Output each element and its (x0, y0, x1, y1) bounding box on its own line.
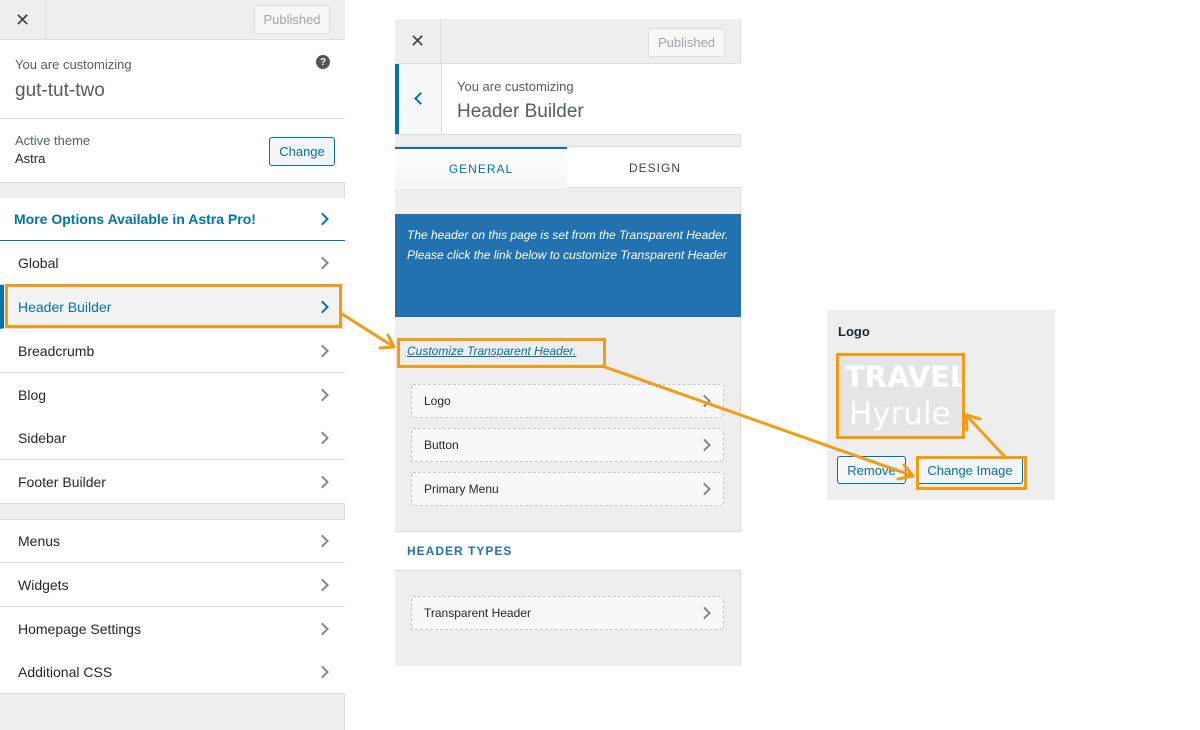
sidebar-item-homepage-settings[interactable]: Homepage Settings (0, 607, 345, 651)
help-icon[interactable]: ? (316, 55, 330, 69)
row-label: Logo (424, 394, 451, 408)
chevron-right-icon (316, 622, 329, 635)
chevron-right-icon (316, 212, 329, 226)
customizing-label: You are customizing (15, 57, 132, 72)
sidebar-item-label: Footer Builder (18, 473, 106, 490)
chevron-left-icon (414, 92, 427, 105)
logo-text-line-2: Hyrule (849, 396, 951, 432)
sidebar-item-label: Global (18, 254, 59, 271)
active-theme-value: Astra (15, 151, 46, 166)
row-label: Primary Menu (424, 482, 499, 496)
astra-pro-link[interactable]: More Options Available in Astra Pro! (0, 198, 345, 241)
customizing-info: You are customizing Header Builder (395, 64, 741, 135)
published-button[interactable]: Published (254, 5, 330, 34)
notice-line-1: The header on this page is set from the … (407, 228, 729, 242)
chevron-right-icon (698, 394, 711, 408)
astra-pro-label: More Options Available in Astra Pro! (14, 211, 256, 227)
sidebar-item-sidebar[interactable]: Sidebar (0, 416, 345, 460)
chevron-right-icon (316, 534, 329, 548)
chevron-right-icon (316, 665, 329, 678)
header-builder-panel: ✕ Published You are customizing Header B… (395, 19, 741, 666)
chevron-right-icon (316, 256, 329, 269)
published-button[interactable]: Published (648, 28, 725, 57)
sidebar-item-label: Breadcrumb (18, 342, 95, 359)
sidebar-item-label: Additional CSS (18, 663, 113, 680)
close-icon[interactable]: ✕ (395, 19, 441, 64)
tab-bar: GENERAL DESIGN (395, 146, 741, 189)
chevron-right-icon (316, 300, 329, 313)
notice-line-2: Please click the link below to customize… (407, 247, 727, 262)
sidebar-item-label: Blog (18, 386, 47, 403)
sidebar-item-blog[interactable]: Blog (0, 373, 345, 417)
chevron-right-icon (316, 578, 329, 591)
builder-row-primary-menu[interactable]: Primary Menu (411, 472, 724, 506)
sidebar-item-header-builder[interactable]: Header Builder (0, 285, 345, 329)
chevron-right-icon (698, 438, 711, 452)
change-image-button[interactable]: Change Image (917, 456, 1023, 484)
chevron-right-icon (316, 388, 329, 401)
chevron-right-icon (316, 344, 329, 357)
sidebar-item-breadcrumb[interactable]: Breadcrumb (0, 329, 345, 373)
change-theme-button[interactable]: Change (269, 137, 335, 166)
transparent-header-notice: The header on this page is set from the … (395, 214, 741, 317)
customize-transparent-header-link[interactable]: Customize Transparent Header. (407, 344, 576, 358)
customizing-label: You are customizing (457, 79, 574, 94)
customizer-sidebar: ✕ Published You are customizing gut-tut-… (0, 0, 345, 730)
sidebar-topbar: ✕ Published (0, 0, 345, 40)
sidebar-item-widgets[interactable]: Widgets (0, 563, 345, 607)
sidebar-item-label: Header Builder (18, 298, 112, 315)
chevron-right-icon (698, 606, 711, 620)
row-label: Button (424, 438, 459, 452)
logo-control-label: Logo (838, 324, 870, 339)
builder-row-transparent-header[interactable]: Transparent Header (411, 596, 724, 630)
sidebar-item-menus[interactable]: Menus (0, 519, 345, 563)
section-title: Header Builder (457, 101, 584, 122)
sidebar-item-label: Widgets (18, 576, 69, 593)
tab-design[interactable]: DESIGN (569, 147, 741, 189)
sidebar-item-additional-css[interactable]: Additional CSS (0, 650, 345, 694)
sidebar-item-footer-builder[interactable]: Footer Builder (0, 460, 345, 504)
sidebar-item-global[interactable]: Global (0, 241, 345, 285)
header-types-label: HEADER TYPES (407, 544, 513, 558)
remove-button[interactable]: Remove (837, 456, 906, 484)
close-icon[interactable]: ✕ (0, 0, 46, 40)
header-types-heading: HEADER TYPES (395, 531, 741, 571)
chevron-right-icon (698, 482, 711, 496)
logo-preview: TRAVEL Hyrule (838, 354, 964, 439)
row-label: Transparent Header (424, 606, 531, 620)
back-button[interactable] (395, 64, 442, 134)
customizing-info: You are customizing gut-tut-two ? (0, 40, 345, 119)
chevron-right-icon (316, 431, 329, 444)
builder-row-logo[interactable]: Logo (411, 384, 724, 418)
active-theme-section: Active theme Astra Change (0, 119, 345, 183)
panel-topbar: ✕ Published (395, 19, 741, 64)
site-name: gut-tut-two (15, 80, 105, 101)
chevron-right-icon (316, 475, 329, 488)
sidebar-item-label: Menus (18, 533, 61, 549)
tab-general[interactable]: GENERAL (395, 147, 567, 189)
builder-row-button[interactable]: Button (411, 428, 724, 462)
sidebar-item-label: Sidebar (18, 429, 67, 446)
active-theme-label: Active theme (15, 133, 91, 148)
logo-control: Logo TRAVEL Hyrule Remove Change Image (827, 310, 1055, 500)
sidebar-item-label: Homepage Settings (18, 620, 141, 637)
logo-text-line-1: TRAVEL (845, 360, 964, 394)
